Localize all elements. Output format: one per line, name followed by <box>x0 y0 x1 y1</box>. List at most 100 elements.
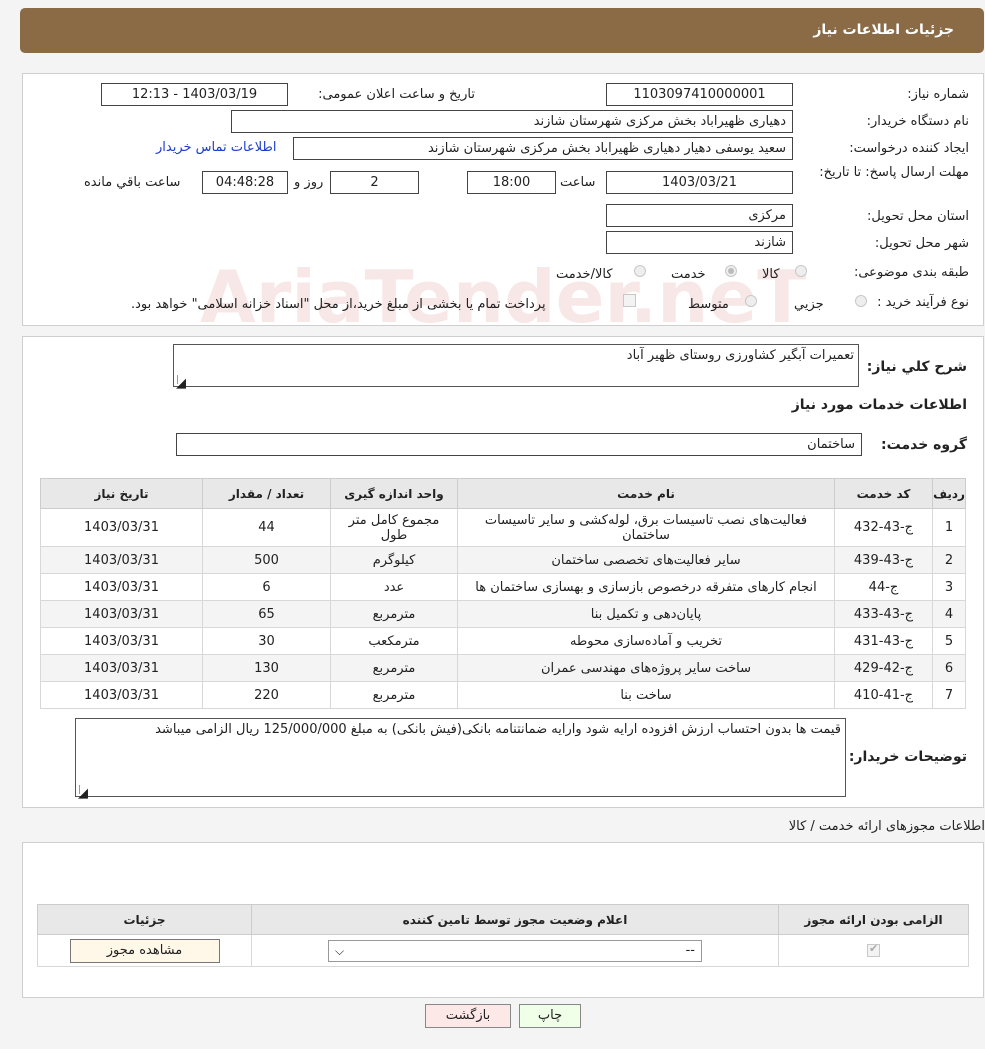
summary-textarea[interactable]: تعمیرات آبگیر کشاورزی روستای ظهیر آباد ◢ <box>173 344 859 391</box>
summary-label: شرح کلي نياز: <box>866 359 967 375</box>
permit-details-cell: مشاهده مجوز <box>37 934 252 967</box>
days-field: 2 <box>330 171 419 194</box>
view-permit-button[interactable]: مشاهده مجوز <box>69 938 220 963</box>
service-code-cell: ج-43-433 <box>834 600 933 628</box>
quantity-cell: 30 <box>202 627 331 655</box>
quantity-cell: 6 <box>202 573 331 601</box>
deadline-label: مهلت ارسال پاسخ: تا تاریخ: <box>819 165 969 180</box>
row-number-cell: 7 <box>932 681 966 709</box>
category-radio-goods-service[interactable] <box>634 265 646 277</box>
days-label: روز و <box>294 175 324 190</box>
unit-cell: عدد <box>330 573 458 601</box>
services-title: اطلاعات خدمات مورد نياز <box>791 397 967 413</box>
service-name-cell: فعالیت‌های نصب تاسیسات برق، لوله‌کشی و س… <box>457 508 835 547</box>
row-number-cell: 2 <box>932 546 966 574</box>
col-quantity: تعداد / مقدار <box>202 478 331 509</box>
row-number-cell: 1 <box>932 508 966 547</box>
need-date-cell: 1403/03/31 <box>40 573 203 601</box>
category-option-goods: کالا <box>762 267 780 282</box>
process-radio-minor[interactable] <box>855 295 867 307</box>
row-number-cell: 4 <box>932 600 966 628</box>
creator-field: سعید یوسفی دهیار دهیاری ظهیراباد بخش مرک… <box>293 137 793 160</box>
service-code-cell: ج-43-439 <box>834 546 933 574</box>
col-permit-required: الزامی بودن ارائه مجوز <box>778 904 969 935</box>
row-number-cell: 5 <box>932 627 966 655</box>
page-header: جزئیات اطلاعات نیاز <box>20 8 984 53</box>
col-service-name: نام خدمت <box>457 478 835 509</box>
service-code-cell: ج-43-431 <box>834 627 933 655</box>
buyer-notes-textarea[interactable]: قیمت ها بدون احتساب ارزش افزوده ارایه شو… <box>75 718 846 801</box>
service-group-field: ساختمان <box>176 433 862 456</box>
table-row: 6 ج-42-429 ساخت سایر پروژه‌های مهندسی عمرا… <box>40 654 966 682</box>
unit-cell: مترمربع <box>330 681 458 709</box>
process-option-medium: متوسط <box>688 297 729 312</box>
permit-status-cell: ⌵ -- <box>251 934 779 967</box>
summary-text: تعمیرات آبگیر کشاورزی روستای ظهیر آباد <box>626 348 854 363</box>
service-name-cell: تخریب و آماده‌سازی محوطه <box>457 627 835 655</box>
permits-table-header: الزامی بودن ارائه مجوز اعلام وضعیت مجوز … <box>37 904 969 935</box>
quantity-cell: 220 <box>202 681 331 709</box>
permit-required-cell: ✔ <box>778 934 969 967</box>
process-radio-medium[interactable] <box>745 295 757 307</box>
need-number-field: 1103097410000001 <box>606 83 793 106</box>
service-code-cell: ج-43-432 <box>834 508 933 547</box>
deadline-date-field: 1403/03/21 <box>606 171 793 194</box>
services-table-header: رديف کد خدمت نام خدمت واحد اندازه گیری ت… <box>40 478 966 509</box>
category-radio-service[interactable] <box>725 265 737 277</box>
permit-status-select[interactable]: ⌵ -- <box>328 939 702 962</box>
creator-label: ایجاد کننده درخواست: <box>849 141 969 156</box>
table-row: 7 ج-41-410 ساخت بنا مترمربع 220 1403/03/31 <box>40 681 966 709</box>
service-code-cell: ج-44 <box>834 573 933 601</box>
table-row: 5 ج-43-431 تخریب و آماده‌سازی محوطه مترمکعب… <box>40 627 966 655</box>
col-row-number: رديف <box>932 478 966 509</box>
row-number-cell: 6 <box>932 654 966 682</box>
buyer-org-label: نام دستگاه خریدار: <box>866 114 969 129</box>
buyer-contact-link[interactable]: اطلاعات تماس خریدار <box>156 140 276 155</box>
service-name-cell: انجام کارهای متفرقه درخصوص بازسازی و بهس… <box>457 573 835 601</box>
row-number-cell: 3 <box>932 573 966 601</box>
permit-row: ✔ ⌵ -- مشاهده مجوز <box>37 934 969 967</box>
col-permit-details: جزئیات <box>37 904 252 935</box>
need-date-cell: 1403/03/31 <box>40 627 203 655</box>
buyer-notes-text: قیمت ها بدون احتساب ارزش افزوده ارایه شو… <box>155 722 841 737</box>
quantity-cell: 500 <box>202 546 331 574</box>
service-name-cell: ساخت سایر پروژه‌های مهندسی عمران <box>457 654 835 682</box>
province-field: مرکزی <box>606 204 793 227</box>
permits-title: اطلاعات مجوزهای ارائه خدمت / کالا <box>788 819 985 834</box>
province-label: استان محل تحویل: <box>867 209 969 224</box>
quantity-cell: 65 <box>202 600 331 628</box>
service-code-cell: ج-41-410 <box>834 681 933 709</box>
deadline-time-field: 18:00 <box>467 171 556 194</box>
need-date-cell: 1403/03/31 <box>40 600 203 628</box>
col-unit: واحد اندازه گیری <box>330 478 458 509</box>
category-label: طبقه بندی موضوعی: <box>853 265 969 280</box>
permit-status-value: -- <box>685 942 695 958</box>
table-row: 1 ج-43-432 فعالیت‌های نصب تاسیسات برق، لول… <box>40 508 966 547</box>
col-service-code: کد خدمت <box>834 478 933 509</box>
page-title: جزئیات اطلاعات نیاز <box>813 22 954 38</box>
back-button[interactable]: بازگشت <box>425 1004 511 1028</box>
process-label: نوع فرآیند خرید : <box>877 295 969 310</box>
table-row: 2 ج-43-439 سایر فعالیت‌های تخصصی ساختمان کی… <box>40 546 966 574</box>
need-date-cell: 1403/03/31 <box>40 508 203 547</box>
remaining-label: ساعت باقي مانده <box>84 175 181 190</box>
treasury-checkbox[interactable] <box>623 294 636 307</box>
check-icon: ✔ <box>869 942 879 955</box>
buyer-notes-label: توضیحات خریدار: <box>848 749 967 765</box>
need-number-label: شماره نیاز: <box>907 87 969 102</box>
services-table: رديف کد خدمت نام خدمت واحد اندازه گیری ت… <box>40 478 966 709</box>
unit-cell: مترمربع <box>330 600 458 628</box>
process-option-minor: جزیي <box>794 297 824 312</box>
category-radio-goods[interactable] <box>795 265 807 277</box>
quantity-cell: 44 <box>202 508 331 547</box>
city-label: شهر محل تحویل: <box>874 236 969 251</box>
unit-cell: مترمربع <box>330 654 458 682</box>
need-date-cell: 1403/03/31 <box>40 546 203 574</box>
service-name-cell: سایر فعالیت‌های تخصصی ساختمان <box>457 546 835 574</box>
service-name-cell: ساخت بنا <box>457 681 835 709</box>
resize-grip-icon: ◢ <box>78 785 88 801</box>
category-option-goods-service: کالا/خدمت <box>556 267 613 282</box>
announce-field: 1403/03/19 - 12:13 <box>101 83 288 106</box>
print-button[interactable]: چاپ <box>519 1004 581 1028</box>
resize-grip-icon: ◢ <box>176 375 186 391</box>
